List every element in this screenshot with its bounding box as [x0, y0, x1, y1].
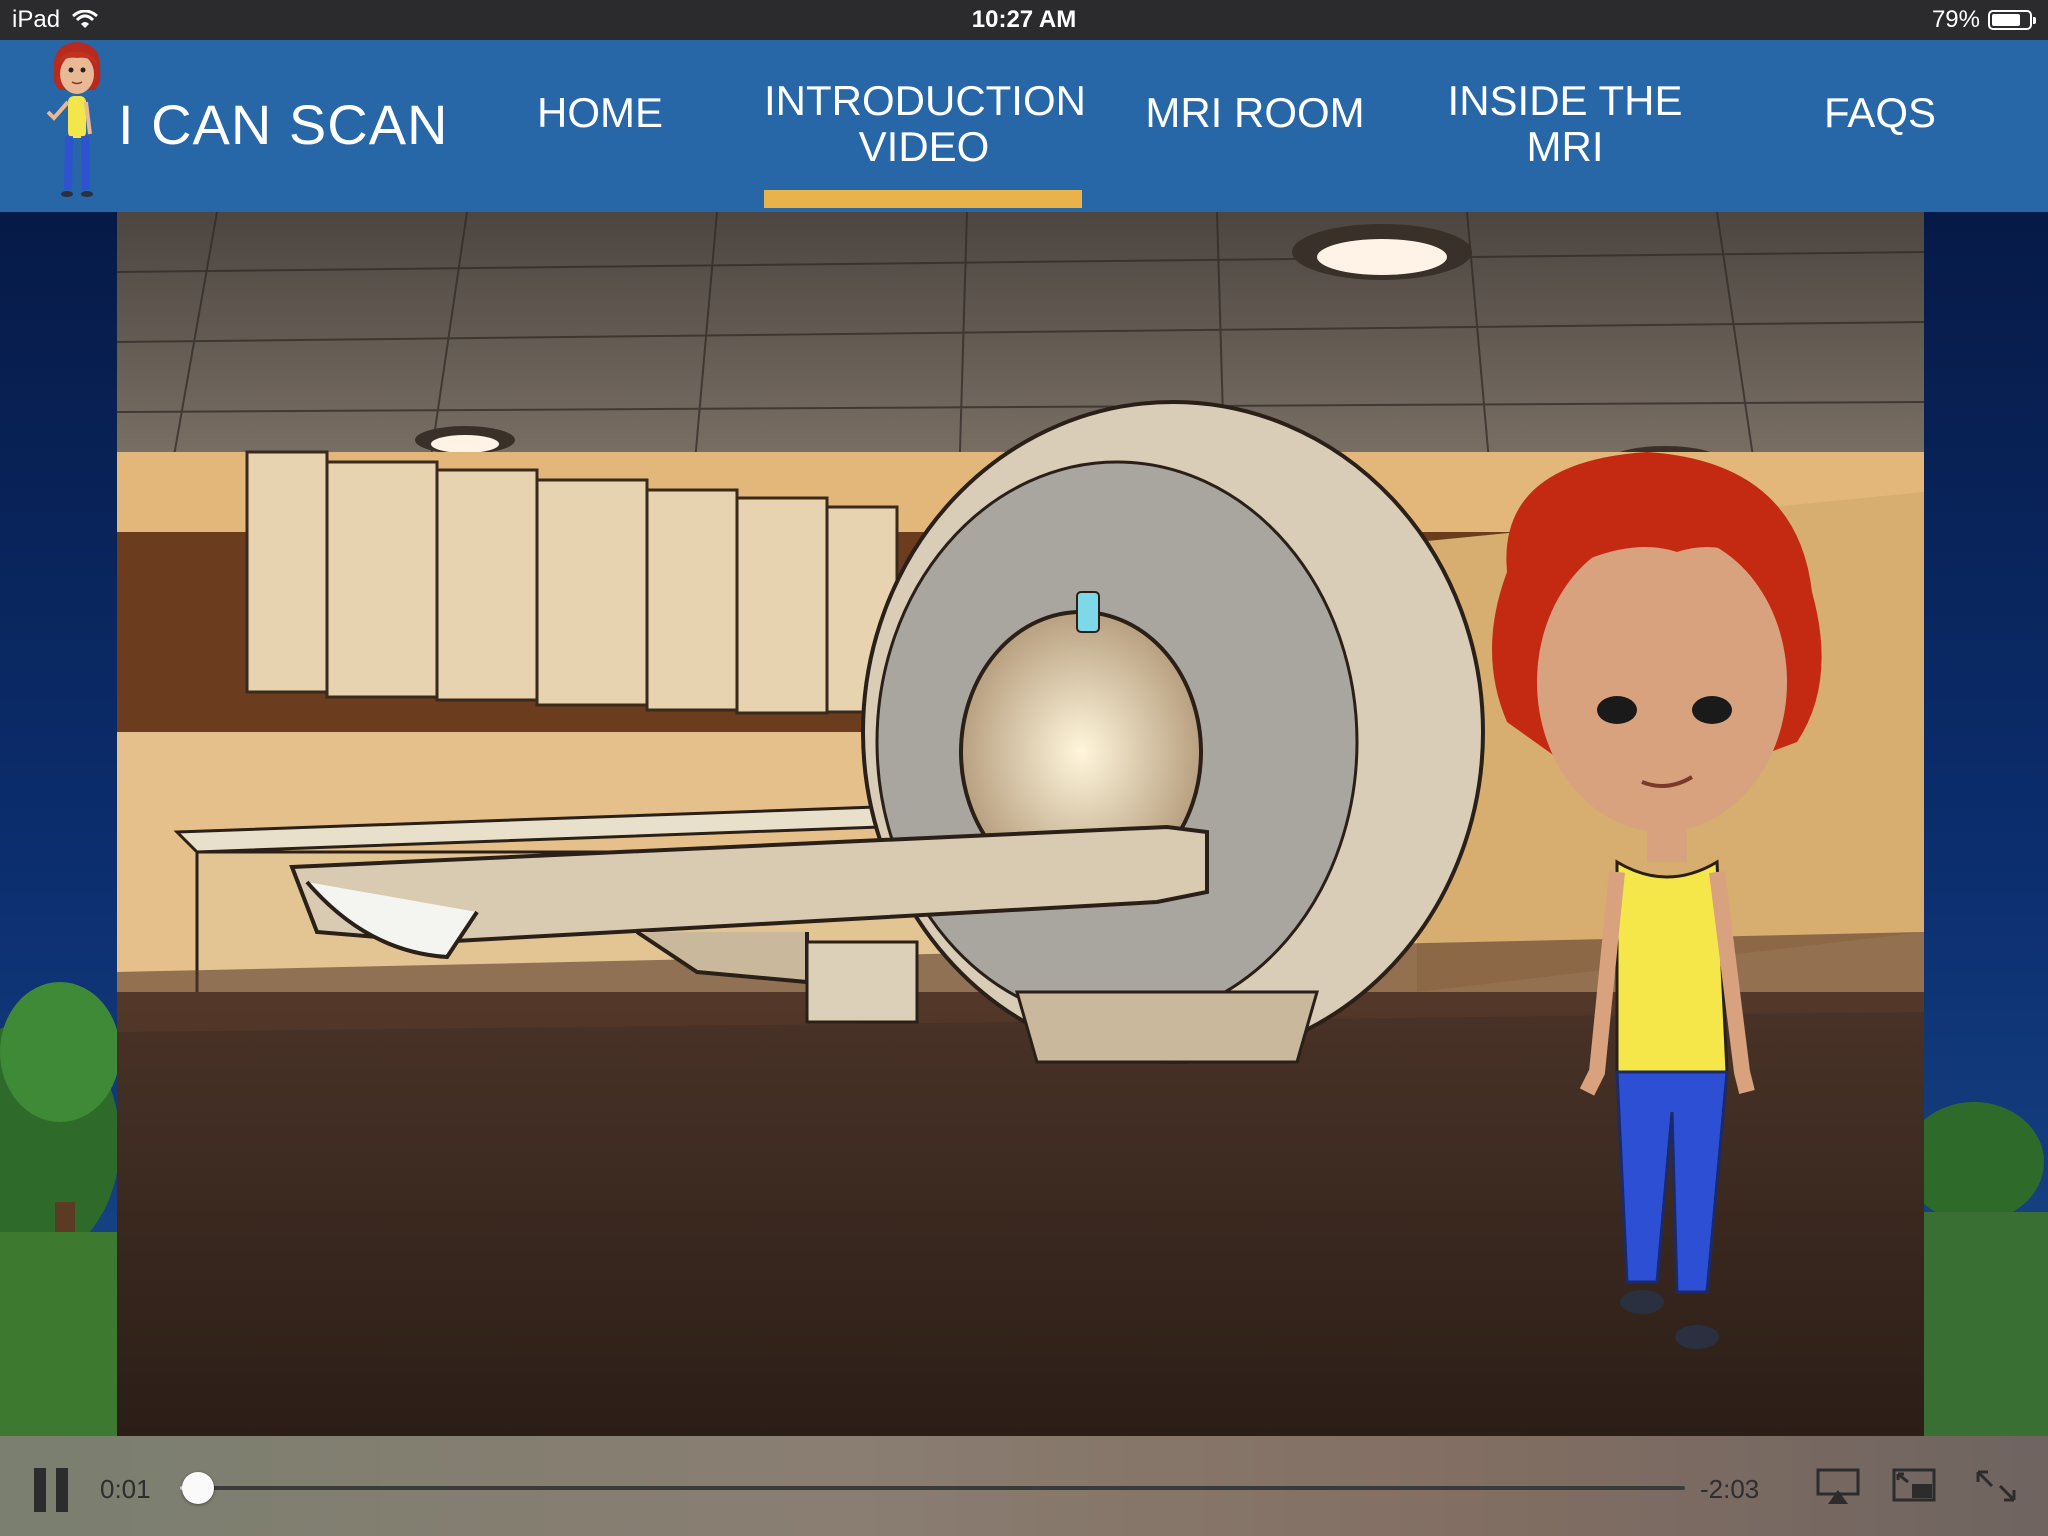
progress-track[interactable]: [180, 1486, 1685, 1490]
status-bar: iPad 10:27 AM 79%: [0, 0, 2048, 40]
active-tab-indicator: [764, 190, 1082, 208]
background-right: [1904, 212, 2048, 1436]
battery-fill: [1992, 14, 2020, 26]
picture-in-picture-icon[interactable]: [1890, 1466, 1938, 1506]
nav-intro-line1: INTRODUCTION: [764, 77, 1086, 124]
video-player[interactable]: [117, 212, 1924, 1436]
nav-introduction-video[interactable]: INTRODUCTION VIDEO: [764, 77, 1086, 170]
background-left: [0, 212, 120, 1436]
pause-icon[interactable]: [34, 1468, 70, 1512]
video-frame-image: [117, 212, 1924, 1436]
fullscreen-icon[interactable]: [1972, 1466, 2020, 1506]
battery-icon: [1988, 10, 2036, 30]
nav-faqs-label: FAQS: [1823, 89, 1937, 136]
nav-home-label: HOME: [537, 89, 663, 136]
nav-mri-label: MRI ROOM: [1145, 89, 1365, 136]
current-time: 0:01: [100, 1474, 151, 1504]
mascot-logo: [46, 42, 101, 197]
nav-inside-the-mri[interactable]: INSIDE THE MRI: [1440, 78, 1690, 170]
nav-mri-room[interactable]: MRI ROOM: [1130, 90, 1380, 136]
scrubber-handle[interactable]: [182, 1472, 215, 1504]
nav-inside-line2: MRI: [1526, 123, 1604, 170]
nav-intro-line2: VIDEO: [858, 123, 990, 170]
battery-percent: 79%: [1931, 6, 1980, 33]
nav-faqs[interactable]: FAQS: [1800, 90, 1960, 136]
video-controls: 0:01 -2:03: [0, 1436, 2048, 1536]
nav-home[interactable]: HOME: [520, 90, 680, 136]
app-title: I CAN SCAN: [118, 93, 449, 156]
nav-inside-line1: INSIDE THE: [1447, 77, 1683, 124]
airplay-icon[interactable]: [1814, 1466, 1862, 1506]
remaining-time: -2:03: [1700, 1474, 1760, 1504]
status-right: 79%: [1931, 6, 2036, 34]
top-nav: I CAN SCAN HOME INTRODUCTION VIDEO MRI R…: [0, 40, 2048, 214]
status-time: 10:27 AM: [971, 6, 1077, 33]
